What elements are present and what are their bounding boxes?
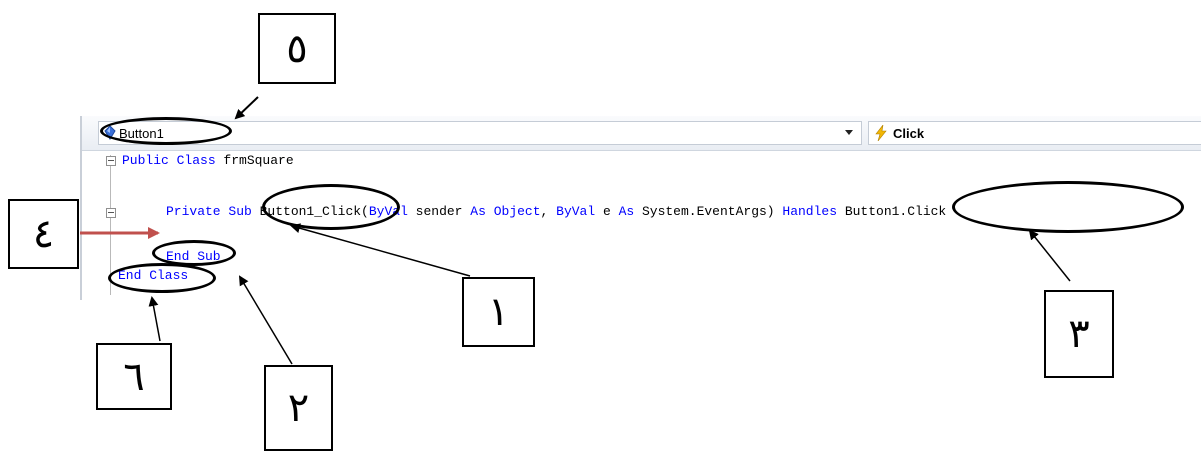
callout-1: ١ <box>462 277 535 347</box>
arrow-5 <box>234 96 259 120</box>
callout-arrows <box>80 96 1071 365</box>
arrow-6 <box>148 296 161 342</box>
arrow-1 <box>290 223 471 277</box>
callout-4: ٤ <box>8 199 79 269</box>
arrow-2 <box>238 275 293 365</box>
callout-2: ٢ <box>264 365 333 451</box>
callout-5: ٥ <box>258 13 336 84</box>
callout-6: ٦ <box>96 343 172 410</box>
arrow-3 <box>1028 229 1071 282</box>
callout-3: ٣ <box>1044 290 1114 378</box>
